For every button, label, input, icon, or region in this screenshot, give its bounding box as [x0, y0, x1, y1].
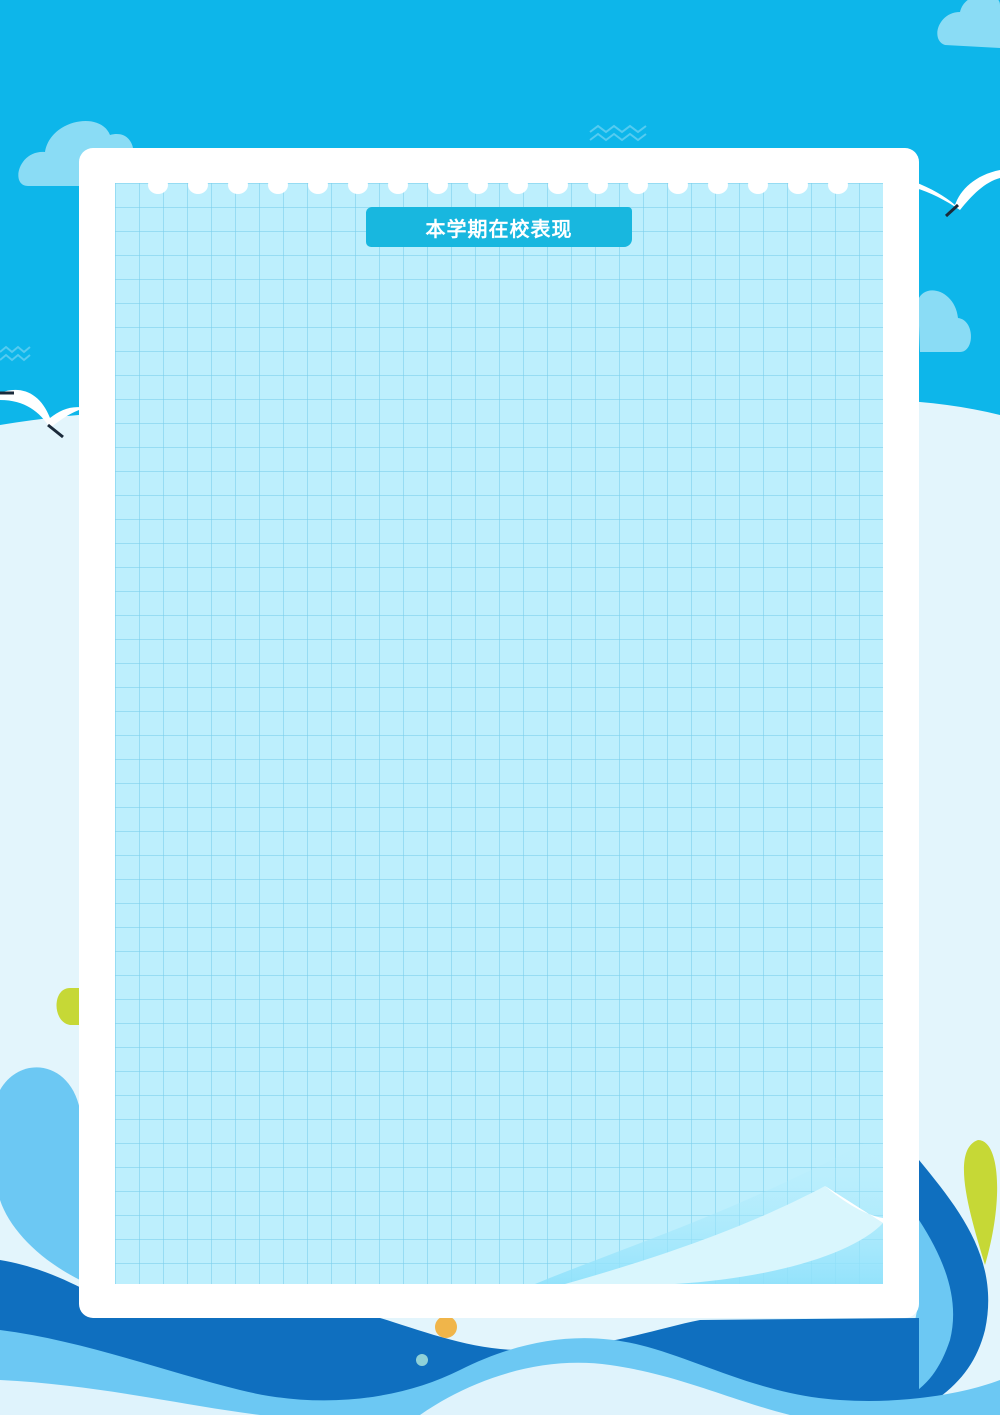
- binder-hole: [508, 176, 528, 194]
- page-title: 本学期在校表现: [425, 216, 573, 241]
- binder-hole: [828, 176, 848, 194]
- dot-icon: [416, 1354, 428, 1366]
- binder-hole: [188, 176, 208, 194]
- page-curl: [535, 1133, 883, 1284]
- binder-hole: [428, 176, 448, 194]
- binder-hole: [588, 176, 608, 194]
- title-banner: 本学期在校表现: [366, 207, 632, 247]
- binder-hole: [788, 176, 808, 194]
- binder-hole: [748, 176, 768, 194]
- binder-hole: [148, 176, 168, 194]
- binder-hole: [628, 176, 648, 194]
- binder-hole: [308, 176, 328, 194]
- binder-hole: [708, 176, 728, 194]
- binder-hole: [348, 176, 368, 194]
- binder-hole: [548, 176, 568, 194]
- binder-hole: [468, 176, 488, 194]
- binder-hole: [228, 176, 248, 194]
- binder-holes: [115, 176, 883, 196]
- dot-icon: [435, 1316, 457, 1338]
- binder-hole: [388, 176, 408, 194]
- binder-hole: [268, 176, 288, 194]
- binder-hole: [668, 176, 688, 194]
- grid-paper: [115, 183, 883, 1284]
